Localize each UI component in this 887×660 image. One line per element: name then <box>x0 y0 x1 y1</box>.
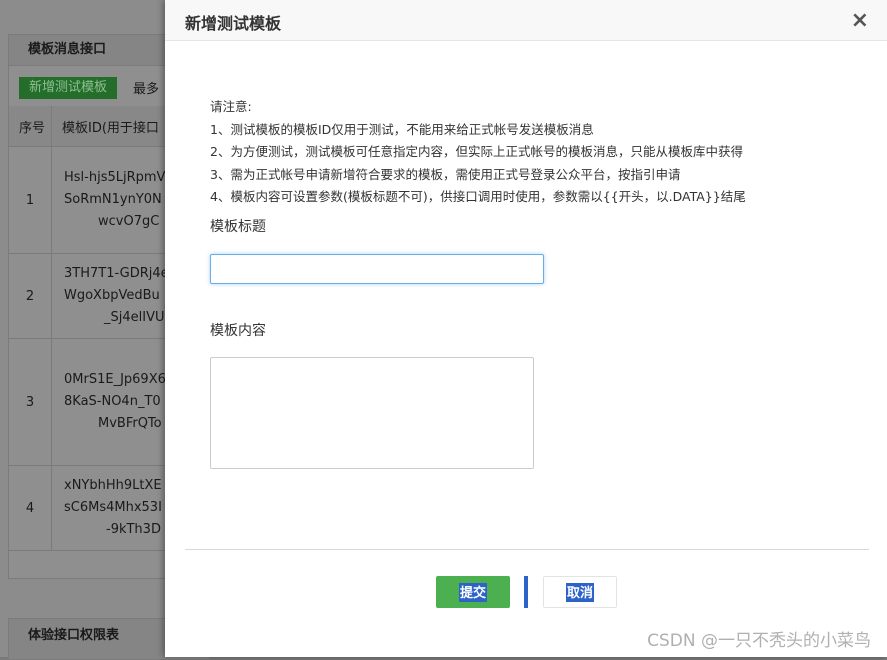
add-test-template-button[interactable]: 新增测试模板 <box>19 77 118 99</box>
close-icon[interactable]: × <box>851 10 869 32</box>
row-number: 4 <box>9 465 52 551</box>
notice-block: 请注意: 1、测试模板的模板ID仅用于测试，不能用来给正式帐号发送模板消息 2、… <box>210 96 746 209</box>
add-test-template-dialog: 新增测试模板 × 请注意: 1、测试模板的模板ID仅用于测试，不能用来给正式帐号… <box>165 0 887 657</box>
template-content-label: 模板内容 <box>210 323 266 339</box>
notice-item: 3、需为正式帐号申请新增符合要求的模板，需使用正式号登录公众平台，按指引申请 <box>210 166 681 182</box>
template-content-textarea[interactable] <box>210 357 534 469</box>
text-selection-caret <box>524 576 528 608</box>
submit-button[interactable]: 提交 <box>436 576 510 608</box>
notice-item: 4、模板内容可设置参数(模板标题不可)，供接口调用时使用，参数需以{{开头，以.… <box>210 189 746 204</box>
toolbar-note: 最多 <box>133 82 160 97</box>
template-title-input[interactable] <box>210 254 544 284</box>
watermark: CSDN @一只不秃头的小菜鸟 <box>647 631 871 651</box>
dialog-header: 新增测试模板 × <box>165 0 887 41</box>
notice-item: 2、为方便测试，测试模板可任意指定内容，但实际上正式帐号的模板消息，只能从模板库… <box>210 144 743 159</box>
template-title-label: 模板标题 <box>210 219 266 235</box>
submit-label: 提交 <box>458 582 487 602</box>
column-header-index: 序号 <box>9 106 52 147</box>
cancel-button[interactable]: 取消 <box>543 576 617 608</box>
dialog-title: 新增测试模板 <box>185 14 282 33</box>
row-number: 3 <box>9 338 52 466</box>
cancel-label: 取消 <box>565 582 594 602</box>
row-number: 1 <box>9 146 52 254</box>
notice-item: 1、测试模板的模板ID仅用于测试，不能用来给正式帐号发送模板消息 <box>210 121 594 137</box>
footer-divider <box>185 549 869 550</box>
notice-heading: 请注意: <box>210 99 252 114</box>
row-number: 2 <box>9 253 52 339</box>
